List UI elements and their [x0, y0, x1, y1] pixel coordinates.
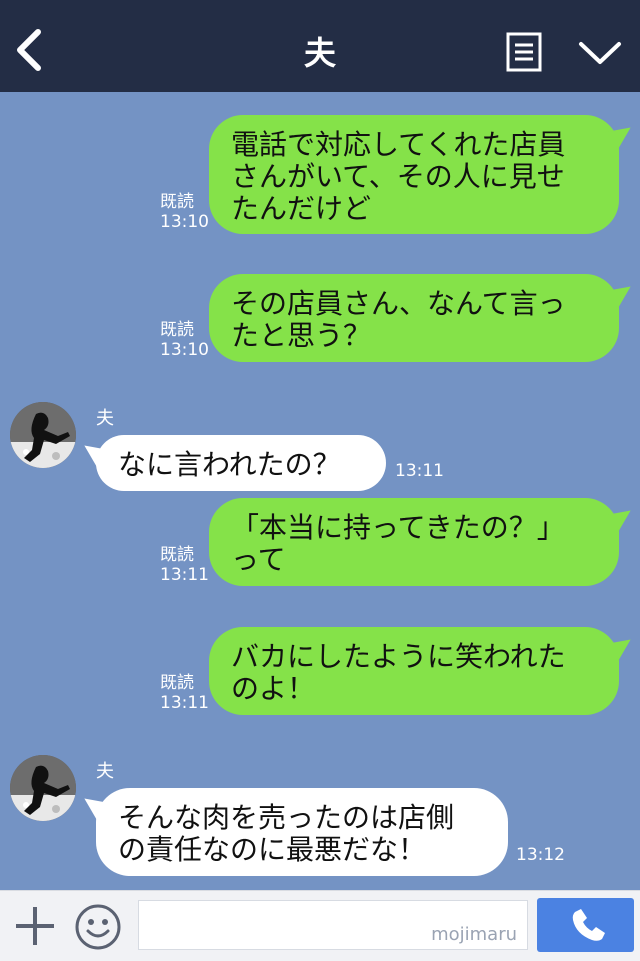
avatar[interactable] [10, 402, 76, 468]
composer-bar: mojimaru [0, 890, 640, 961]
message-time: 13:10 [160, 212, 209, 232]
avatar-photo [10, 402, 76, 468]
message-time: 13:12 [516, 845, 565, 865]
watermark-text: mojimaru [431, 924, 517, 945]
notes-icon [506, 32, 542, 72]
message-time: 13:11 [395, 461, 444, 481]
message-bubble-incoming[interactable]: なに言われたの？ [96, 435, 386, 491]
sender-name: 夫 [96, 761, 114, 782]
read-receipt: 既読 13:11 [160, 673, 209, 713]
message-text-line: なに言われたの？ [118, 448, 341, 481]
read-label: 既読 [160, 673, 194, 693]
message-input[interactable]: mojimaru [138, 900, 528, 950]
chat-title: 夫 [303, 34, 336, 72]
read-receipt: 既読 13:10 [160, 320, 209, 360]
add-button[interactable] [14, 905, 56, 947]
call-button[interactable] [537, 898, 634, 952]
chevron-down-icon [579, 42, 621, 64]
message-text-line: って [231, 543, 286, 576]
message-text-line: バカにしたように笑われた [231, 640, 566, 673]
message-bubble-outgoing[interactable]: 電話で対応してくれた店員 さんがいて、その人に見せ たんだけど [209, 115, 619, 234]
message-text-line: たんだけど [231, 192, 372, 225]
avatar[interactable] [10, 755, 76, 821]
message-text-line: のよ！ [231, 672, 316, 705]
message-bubble-outgoing[interactable]: 「本当に持ってきたの？」 って [209, 498, 619, 586]
message-text-line: さんがいて、その人に見せ [231, 160, 565, 193]
message-bubble-incoming[interactable]: そんな肉を売ったのは店側 の責任なのに最悪だな！ [96, 788, 508, 876]
message-text-line: その店員さん、なんて言っ [231, 287, 566, 320]
message-text-line: そんな肉を売ったのは店側 [118, 801, 455, 834]
message-time: 13:11 [160, 693, 209, 713]
read-receipt: 既読 13:11 [160, 545, 209, 585]
smiley-icon [75, 904, 121, 950]
plus-icon [16, 907, 54, 945]
message-bubble-outgoing[interactable]: その店員さん、なんて言っ たと思う？ [209, 274, 619, 362]
read-label: 既読 [160, 320, 194, 340]
sender-name: 夫 [96, 408, 114, 429]
message-text-line: 「本当に持ってきたの？」 [231, 511, 565, 544]
message-text-line: たと思う？ [231, 319, 372, 352]
read-label: 既読 [160, 192, 194, 212]
message-time: 13:10 [160, 340, 209, 360]
notes-button[interactable] [506, 32, 542, 72]
emoji-button[interactable] [74, 903, 122, 951]
avatar-photo [10, 755, 76, 821]
read-receipt: 既読 13:10 [160, 192, 209, 232]
phone-icon [572, 909, 605, 941]
expand-button[interactable] [578, 38, 622, 68]
message-bubble-outgoing[interactable]: バカにしたように笑われた のよ！ [209, 627, 619, 715]
message-time: 13:11 [160, 565, 209, 585]
message-text-line: 電話で対応してくれた店員 [231, 128, 566, 161]
message-text-line: の責任なのに最悪だな！ [118, 833, 427, 866]
chat-header: 夫 [0, 0, 640, 92]
read-label: 既読 [160, 545, 194, 565]
